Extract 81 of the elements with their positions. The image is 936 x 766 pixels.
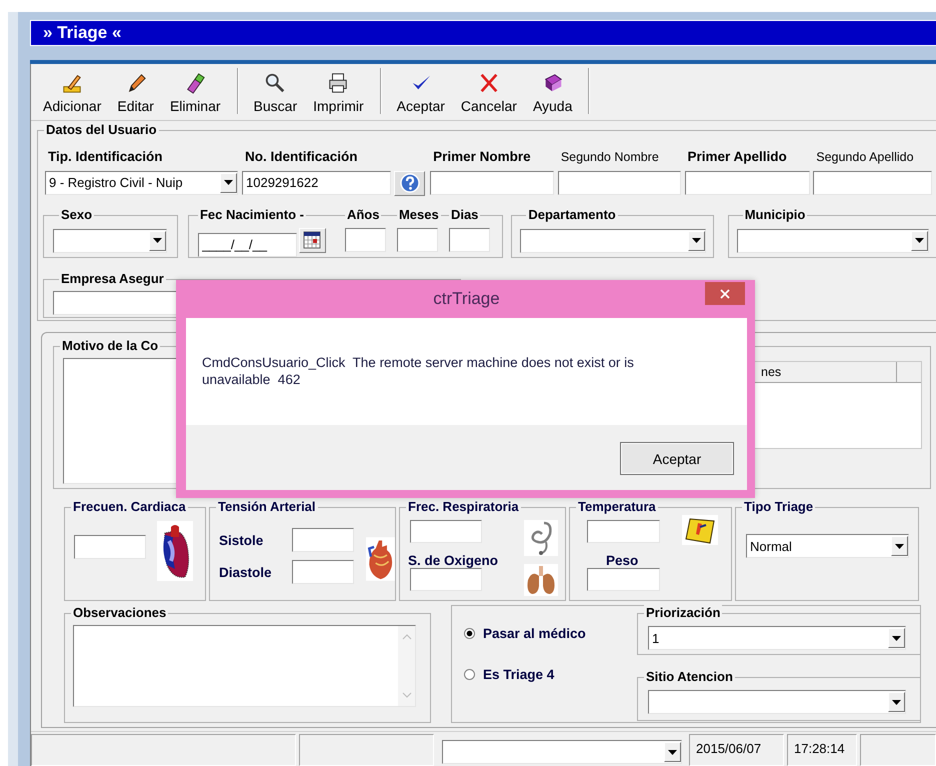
cross-icon — [478, 72, 500, 94]
dropdown[interactable]: 1 — [648, 626, 906, 650]
dropdown[interactable] — [736, 228, 929, 253]
error-message: CmdConsUsuario_Click The remote server machine does not exist or is unavailable 462 — [202, 354, 635, 388]
field-label: Diastole — [219, 564, 272, 580]
lungs-icon — [524, 564, 558, 596]
help-button[interactable] — [394, 170, 426, 196]
text-field[interactable] — [587, 520, 660, 544]
close-icon — [720, 288, 730, 298]
toolbar-button[interactable]: Cancelar — [452, 64, 525, 120]
dropdown[interactable] — [520, 228, 706, 253]
dropdown[interactable] — [442, 740, 682, 764]
scroll-down-icon — [402, 692, 412, 698]
radio-button[interactable] — [464, 669, 475, 680]
toolbar-button[interactable]: Editar — [109, 64, 162, 120]
toolbar-button[interactable]: Adicionar — [35, 64, 110, 120]
text-field[interactable] — [430, 170, 554, 195]
radio-option[interactable]: Pasar al médico — [464, 626, 637, 642]
dropdown-arrow-icon — [892, 636, 901, 641]
text-field[interactable] — [410, 520, 482, 544]
text-field[interactable] — [813, 170, 932, 195]
field-label: Primer Apellido — [686, 148, 788, 165]
calendar-button[interactable] — [298, 228, 326, 253]
dropdown-arrow-icon — [914, 238, 924, 244]
window-title: » Triage « — [43, 23, 122, 42]
field-label: S. de Oxigeno — [408, 553, 498, 568]
dropdown-arrow-icon — [895, 544, 904, 549]
scrollbar[interactable] — [398, 626, 415, 706]
accept-button[interactable]: Aceptar — [620, 442, 734, 475]
pencil-pad-icon — [61, 72, 84, 94]
group-title: Frec. Respiratoria — [406, 499, 521, 516]
field-label: Primer Nombre — [432, 148, 532, 165]
radio-button[interactable] — [464, 628, 475, 640]
field-label: Segundo Nombre — [560, 148, 660, 165]
text-field[interactable] — [74, 535, 146, 560]
dropdown-arrow-icon — [668, 750, 677, 755]
date-field[interactable]: ____/__/__ — [198, 232, 297, 257]
text-field[interactable] — [292, 560, 354, 584]
status-date: 2015/06/07 — [689, 734, 784, 766]
stethoscope-icon — [524, 520, 558, 556]
text-field[interactable] — [587, 568, 660, 592]
dropdown[interactable]: Normal — [746, 534, 909, 558]
field-label: Sistole — [219, 532, 264, 548]
dropdown-arrow-icon — [692, 238, 702, 244]
close-button[interactable] — [705, 282, 745, 305]
group-title: Tipo Triage — [742, 499, 816, 516]
radio-option[interactable]: Es Triage 4 — [464, 667, 637, 682]
dropdown[interactable]: 9 - Registro Civil - Nuip — [45, 170, 238, 195]
calendar-icon — [303, 231, 322, 250]
search-icon — [264, 72, 286, 94]
dialog-title: ctrTriage — [433, 289, 500, 309]
text-field[interactable] — [344, 228, 386, 252]
printer-icon — [327, 72, 350, 94]
field-label: No. Identificación — [244, 148, 359, 165]
text-field[interactable] — [292, 528, 354, 552]
status-time: 17:28:14 — [787, 734, 857, 766]
dropdown[interactable] — [648, 690, 906, 714]
dropdown-arrow-icon — [892, 700, 901, 705]
dropdown-arrow-icon — [224, 180, 233, 186]
scroll-up-icon — [402, 634, 412, 640]
field-label: Segundo Apellido — [815, 148, 915, 165]
group-title: Temperatura — [576, 499, 658, 516]
text-field[interactable]: 1029291622 — [242, 170, 392, 195]
text-field[interactable] — [410, 568, 482, 592]
toolbar-button[interactable]: Eliminar — [162, 64, 229, 120]
field-label: Tip. Identificación — [47, 148, 164, 165]
text-field[interactable] — [558, 170, 681, 195]
help-icon — [400, 173, 420, 194]
field-label: Peso — [606, 553, 640, 568]
text-field[interactable] — [448, 228, 490, 252]
toolbar-button[interactable]: Imprimir — [305, 64, 372, 120]
text-field[interactable] — [684, 170, 810, 195]
toolbar-button[interactable]: Buscar — [246, 64, 306, 120]
toolbar-button[interactable]: Aceptar — [388, 64, 453, 120]
note-icon — [682, 515, 718, 546]
dropdown[interactable] — [53, 228, 167, 253]
group-title: Municipio — [742, 206, 808, 223]
dropdown-arrow-icon — [153, 238, 162, 244]
eraser-icon — [184, 72, 206, 94]
toolbar-button[interactable]: Ayuda — [524, 64, 580, 120]
text-field[interactable] — [396, 228, 438, 252]
